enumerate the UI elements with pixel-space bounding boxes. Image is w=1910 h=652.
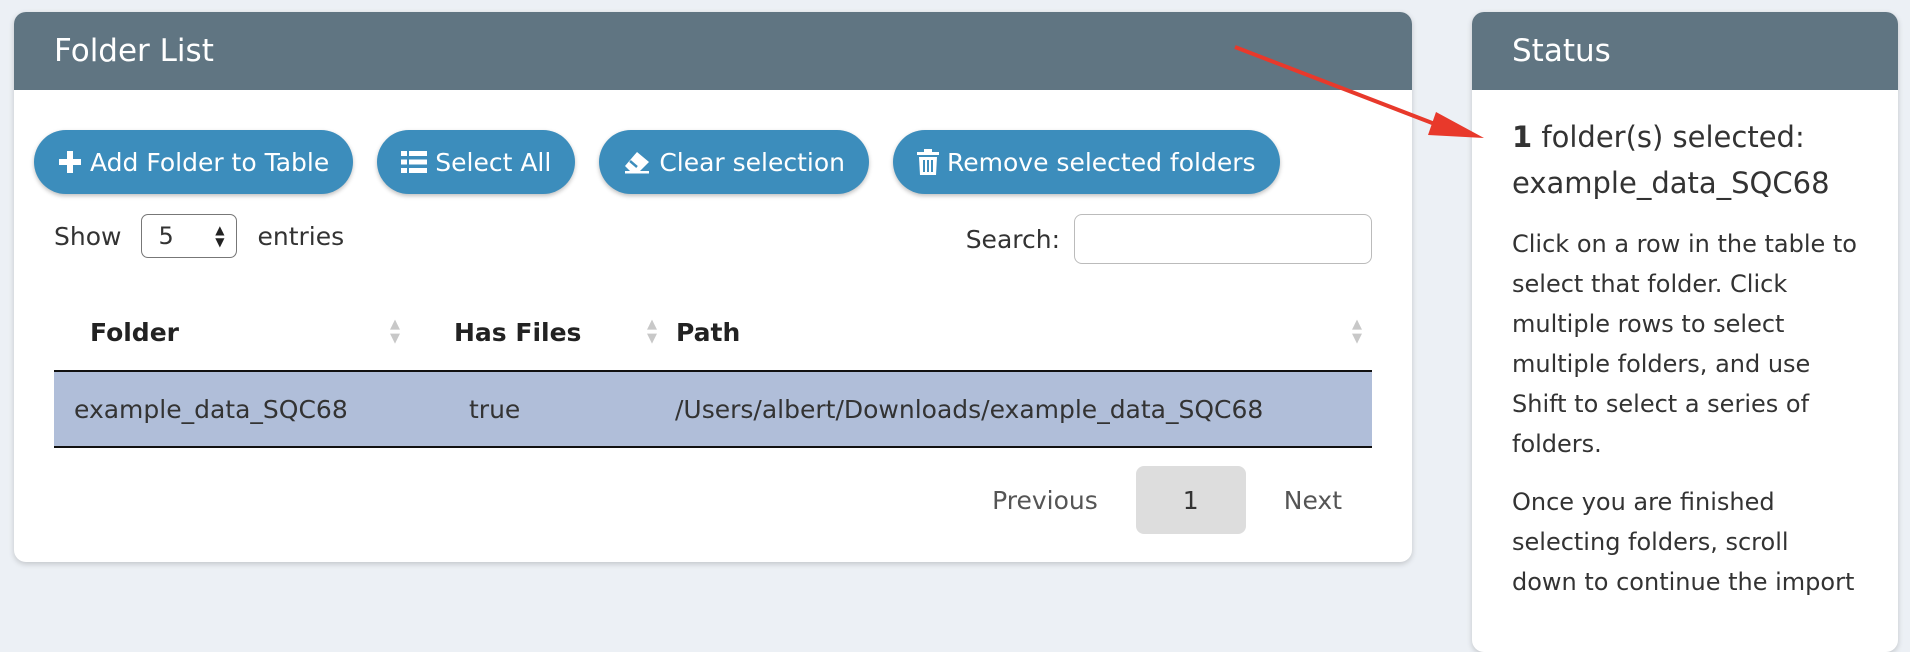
table-header-row: Folder ▲ ▼ Has Files ▲ ▼ Path ▲ ▼ [54,294,1372,372]
column-header-label: Has Files [454,317,582,347]
search-control: Search: [966,214,1372,264]
column-header-label: Folder [90,317,179,347]
folder-table: Folder ▲ ▼ Has Files ▲ ▼ Path ▲ ▼ example_d… [54,294,1372,448]
cell-path: /Users/albert/Downloads/example_data_SQC… [675,371,1372,448]
sort-icon: ▲ ▼ [390,317,400,346]
folder-list-panel: Folder List Add Folder to Table Select A… [14,12,1412,562]
selected-count: 1 [1512,120,1533,154]
previous-page-button[interactable]: Previous [972,466,1118,534]
help-text-2: Once you are finished selecting folders,… [1512,488,1855,596]
status-body: 1 folder(s) selected: example_data_SQC68… [1472,90,1898,644]
clear-selection-button[interactable]: Clear selection [599,130,870,194]
cell-folder: example_data_SQC68 [54,371,453,448]
entries-length-control: Show 5 ▲ ▼ entries [54,214,344,258]
selection-summary: 1 folder(s) selected: example_data_SQC68 [1512,114,1858,206]
column-header-label: Path [676,317,741,347]
column-header-has-files[interactable]: Has Files ▲ ▼ [453,294,675,372]
entries-value: 5 [158,222,174,250]
entries-label: entries [257,221,345,251]
list-icon [401,150,428,174]
status-title: Status [1512,33,1611,69]
column-header-folder[interactable]: Folder ▲ ▼ [54,294,453,372]
sort-icon: ▲ ▼ [1352,317,1362,346]
search-input[interactable] [1074,214,1372,264]
next-page-button[interactable]: Next [1264,466,1362,534]
clear-selection-label: Clear selection [659,147,846,177]
add-folder-button[interactable]: Add Folder to Table [34,130,354,194]
add-folder-label: Add Folder to Table [90,147,330,177]
page-1-button[interactable]: 1 [1135,466,1246,534]
search-label: Search: [965,224,1060,254]
help-text-1: Click on a row in the table to select th… [1512,230,1857,458]
selected-text: folder(s) selected: [1532,120,1805,154]
cell-has-files: true [453,371,675,448]
action-buttons: Add Folder to Table Select All Clear sel… [34,130,1304,194]
status-header: Status [1472,12,1898,90]
trash-icon [917,149,940,175]
folder-list-title: Folder List [54,33,214,69]
table-row[interactable]: example_data_SQC68 true /Users/albert/Do… [54,371,1372,448]
select-arrows-icon: ▲ ▼ [215,223,225,249]
column-header-path[interactable]: Path ▲ ▼ [675,294,1372,372]
select-all-button[interactable]: Select All [377,130,576,194]
remove-folders-button[interactable]: Remove selected folders [893,130,1280,194]
eraser-icon [623,150,651,174]
sort-icon: ▲ ▼ [647,317,657,346]
status-panel: Status 1 folder(s) selected: example_dat… [1472,12,1898,652]
select-all-label: Select All [435,147,552,177]
plus-icon [58,150,82,174]
remove-folders-label: Remove selected folders [947,147,1256,177]
selected-folder-name: example_data_SQC68 [1512,166,1830,200]
pagination: Previous 1 Next [972,466,1362,534]
show-label: Show [54,221,122,251]
folder-list-header: Folder List [14,12,1412,90]
entries-select[interactable]: 5 ▲ ▼ [141,214,238,258]
